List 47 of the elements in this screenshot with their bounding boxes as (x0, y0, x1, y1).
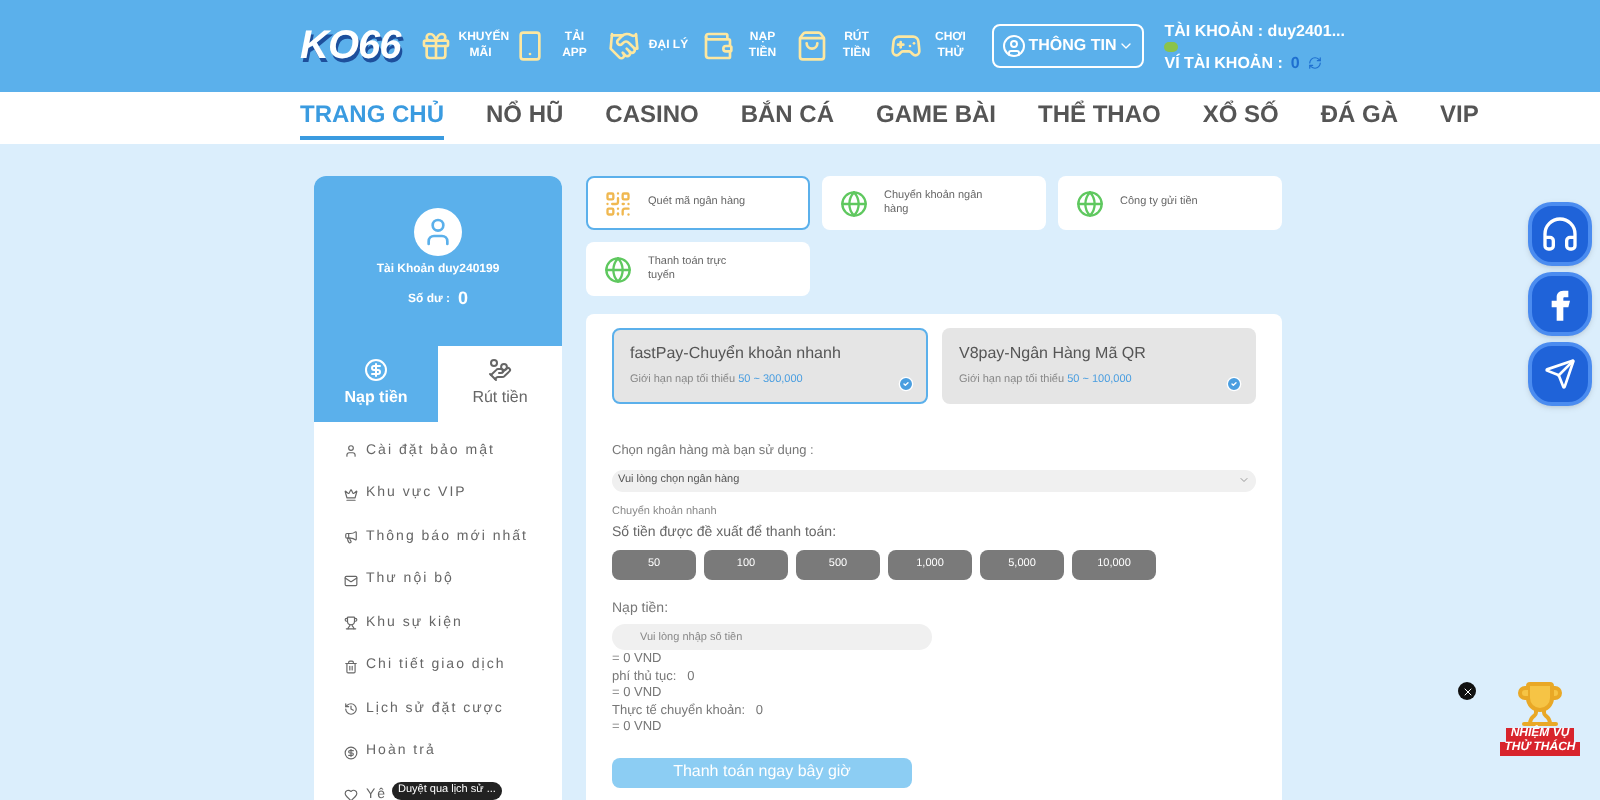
wallet-label: VÍ TÀI KHOẢN : (1164, 51, 1283, 73)
telegram-icon (1544, 358, 1576, 390)
wallet-value: 0 (1290, 51, 1300, 73)
user-icon (344, 444, 358, 459)
chevron-icon (1238, 474, 1250, 487)
headset-button[interactable] (1528, 202, 1592, 266)
check-icon (897, 376, 913, 392)
user-icon (1002, 34, 1027, 58)
caret-icon (1118, 38, 1135, 54)
nav-tab[interactable]: VIP (1440, 96, 1479, 140)
account-name: TÀI KHOẢN : duy2401... (1164, 19, 1345, 41)
heart-icon (344, 788, 358, 800)
nav-tab[interactable]: ĐÁ GÀ (1320, 96, 1399, 140)
crown-icon (344, 487, 358, 502)
megaphone-icon (344, 530, 358, 545)
wallet-icon (702, 30, 735, 62)
avatar-icon (414, 208, 462, 257)
globe-icon (840, 189, 868, 217)
trophy-icon (344, 616, 358, 631)
mail-icon (344, 573, 358, 588)
handshake-icon (608, 30, 641, 62)
nav-tab[interactable]: GAME BÀI (876, 96, 997, 140)
coin-icon (364, 358, 388, 382)
gamepad-icon (890, 30, 923, 62)
facebook-button[interactable] (1528, 272, 1592, 336)
close-button[interactable] (1458, 682, 1476, 700)
nav-tab[interactable]: NỔ HŨ (486, 96, 564, 140)
coin-icon (344, 745, 358, 760)
qr-icon (604, 189, 632, 217)
hand-coin-icon (488, 358, 512, 382)
globe-icon (1076, 189, 1104, 217)
check-icon (1226, 376, 1242, 392)
bag-icon (796, 30, 829, 62)
nav-tab[interactable]: XỔ SỐ (1202, 96, 1279, 140)
phone-icon (514, 30, 547, 62)
trash-icon (344, 659, 358, 674)
gift-icon (420, 30, 453, 62)
globe-icon (604, 255, 632, 283)
nav-tab[interactable]: BẮN CÁ (740, 96, 835, 140)
headset-icon (1540, 214, 1580, 254)
trophy-icon (1516, 680, 1564, 728)
history-icon (344, 702, 358, 717)
nav-tab[interactable]: THỂ THAO (1038, 96, 1161, 140)
close-icon (1461, 685, 1473, 697)
balance-value: 0 (458, 286, 469, 313)
telegram-button[interactable] (1528, 342, 1592, 406)
nav-tab[interactable]: CASINO (605, 96, 699, 140)
